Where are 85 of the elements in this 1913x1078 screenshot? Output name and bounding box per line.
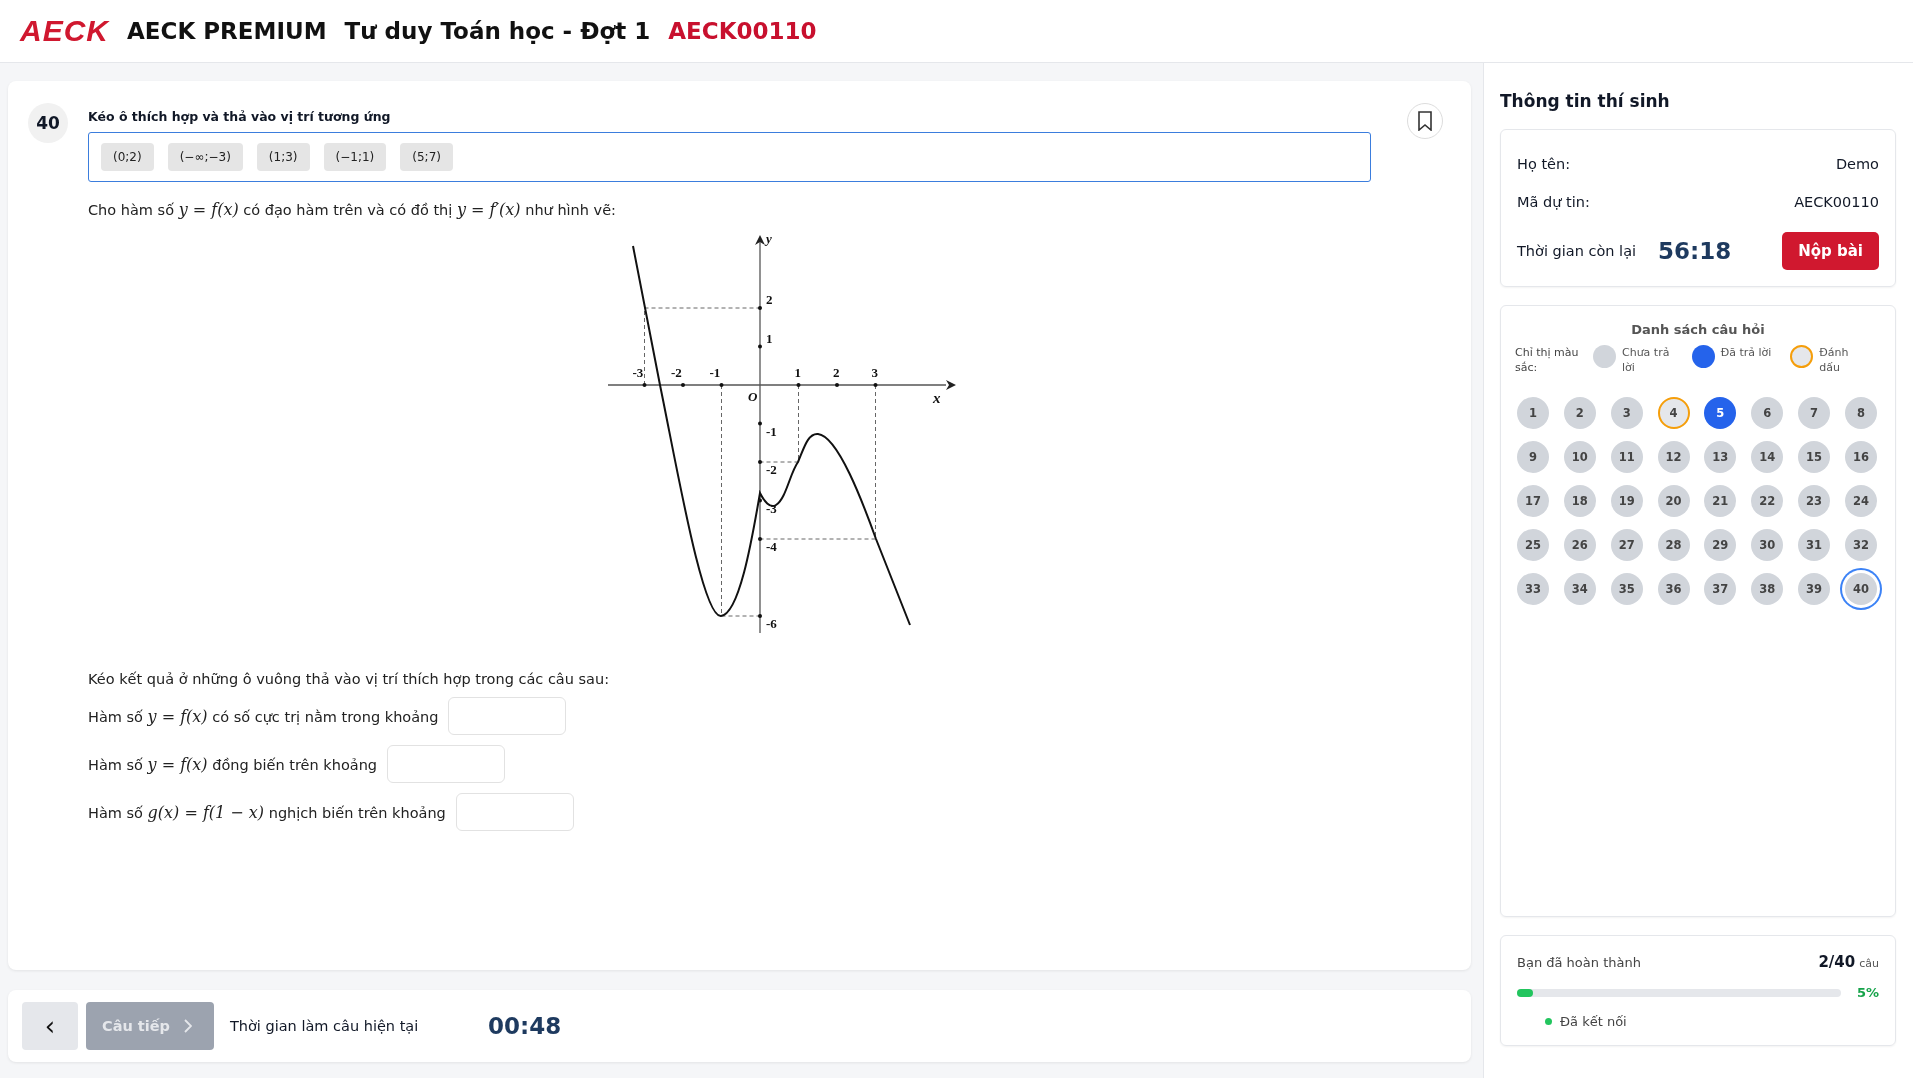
question-number-button[interactable]: 38 — [1751, 572, 1784, 605]
question-number-button[interactable]: 31 — [1798, 528, 1831, 561]
question-number-button[interactable]: 3 — [1610, 396, 1643, 429]
question-number-button[interactable]: 7 — [1798, 396, 1831, 429]
question-number-button[interactable]: 21 — [1704, 484, 1737, 517]
bookmark-icon — [1417, 111, 1433, 131]
question-number-button[interactable]: 18 — [1563, 484, 1596, 517]
question-number-button[interactable]: 6 — [1751, 396, 1784, 429]
legend-text: Đã trả lời — [1720, 345, 1773, 361]
progress-count: 2/40 — [1818, 953, 1856, 971]
exam-title: Tư duy Toán học - Đợt 1 — [344, 18, 651, 44]
legend-text: Đánh dấu — [1819, 345, 1850, 376]
answer-option[interactable]: (−1;1) — [323, 143, 387, 171]
question-number-button[interactable]: 25 — [1517, 528, 1549, 561]
question-number: 40 — [28, 103, 68, 143]
question-number-button[interactable]: 29 — [1704, 528, 1737, 561]
sentence-text: Hàm số y = f(x) có số cực trị nằm trong khoảng — [88, 706, 439, 726]
answer-option[interactable]: (1;3) — [256, 143, 310, 171]
question-number-button[interactable]: 20 — [1657, 484, 1690, 517]
id-label: Mã dự tin: — [1517, 194, 1590, 210]
question-number-button[interactable]: 30 — [1751, 528, 1784, 561]
question-number-button[interactable]: 28 — [1657, 528, 1690, 561]
brand-logo: AECK — [20, 14, 109, 48]
legend-dot — [1691, 345, 1715, 368]
question-text: Cho hàm số y = f(x) có đạo hàm trên và có đồ thị y = f′(x) như hình vẽ: — [88, 200, 617, 219]
question-number-button[interactable]: 14 — [1751, 440, 1784, 473]
legend-dot — [1593, 345, 1616, 368]
question-number-button[interactable]: 8 — [1844, 396, 1877, 429]
question-timer: 00:48 — [487, 1013, 562, 1039]
question-number-button[interactable]: 35 — [1610, 572, 1643, 605]
question-number-button[interactable]: 1 — [1517, 396, 1549, 429]
name-label: Họ tên: — [1517, 156, 1571, 172]
answer-option[interactable]: (−∞;−3) — [167, 143, 243, 171]
sentence-text: Hàm số g(x) = f(1 − x) nghịch biến trên khoảng — [88, 802, 446, 822]
question-number-button[interactable]: 32 — [1844, 528, 1877, 561]
time-left-label: Thời gian còn lại — [1517, 243, 1637, 259]
submit-button[interactable]: Nộp bài — [1782, 232, 1879, 270]
prompt-text: Kéo kết quả ở những ô vuông thả vào vị trí thích hợp trong các câu sau: — [88, 671, 611, 687]
progress-percent: 5% — [1856, 985, 1879, 1000]
question-number-button[interactable]: 4 — [1657, 396, 1690, 429]
question-number-button[interactable]: 11 — [1610, 440, 1643, 473]
bookmark-button[interactable] — [1407, 103, 1443, 139]
previous-button[interactable]: ‹ — [22, 1002, 78, 1050]
question-number-button[interactable]: 10 — [1563, 440, 1596, 473]
sentence-text: Hàm số y = f(x) đồng biến trên khoảng — [88, 754, 378, 774]
question-number-button[interactable]: 17 — [1517, 484, 1549, 517]
time-left: 56:18 — [1658, 238, 1732, 264]
question-list-title: Danh sách câu hỏi — [1630, 322, 1766, 337]
progress-unit: câu — [1859, 957, 1879, 970]
name-value: Demo — [1835, 156, 1879, 172]
legend-dot — [1790, 345, 1814, 368]
product-name: AECK PREMIUM — [127, 18, 327, 44]
drop-field[interactable] — [387, 745, 506, 783]
drop-field[interactable] — [448, 697, 567, 735]
question-number-button[interactable]: 37 — [1704, 572, 1737, 605]
question-number-button[interactable]: 16 — [1844, 440, 1877, 473]
question-number-button[interactable]: 33 — [1517, 572, 1549, 605]
question-number-button[interactable]: 34 — [1563, 572, 1596, 605]
question-number-button[interactable]: 23 — [1798, 484, 1831, 517]
question-number-button[interactable]: 26 — [1563, 528, 1596, 561]
answer-option[interactable]: (5;7) — [400, 143, 453, 171]
question-number-button[interactable]: 39 — [1798, 572, 1831, 605]
question-instruction: Kéo ô thích hợp và thả vào vị trí tương ứng — [88, 109, 392, 124]
chevron-right-icon — [183, 1019, 192, 1033]
question-number-button[interactable]: 22 — [1751, 484, 1784, 517]
progress-label: Bạn đã hoàn thành — [1517, 955, 1641, 970]
question-number-button[interactable]: 36 — [1657, 572, 1690, 605]
candidate-title: Thông tin thí sinh — [1500, 91, 1671, 111]
connection-status: Đã kết nối — [1560, 1014, 1627, 1029]
question-number-button[interactable]: 5 — [1704, 396, 1737, 429]
exam-code: AECK00110 — [668, 18, 817, 44]
legend-text: Chưa trả lời — [1622, 345, 1671, 376]
question-number-button[interactable]: 12 — [1657, 440, 1690, 473]
question-number-button[interactable]: 24 — [1844, 484, 1877, 517]
question-number-button[interactable]: 9 — [1517, 440, 1549, 473]
question-number-button[interactable]: 2 — [1563, 396, 1596, 429]
question-number-button[interactable]: 19 — [1610, 484, 1643, 517]
answer-option[interactable]: (0;2) — [101, 143, 154, 171]
legend-label: Chỉ thị màu sắc: — [1515, 345, 1580, 376]
drop-field[interactable] — [455, 793, 574, 831]
question-number-button[interactable]: 15 — [1798, 440, 1831, 473]
question-number-button[interactable]: 27 — [1610, 528, 1643, 561]
question-timer-label: Thời gian làm câu hiện tại — [229, 1018, 420, 1034]
id-value: AECK00110 — [1794, 194, 1879, 210]
question-number-button[interactable]: 13 — [1704, 440, 1737, 473]
